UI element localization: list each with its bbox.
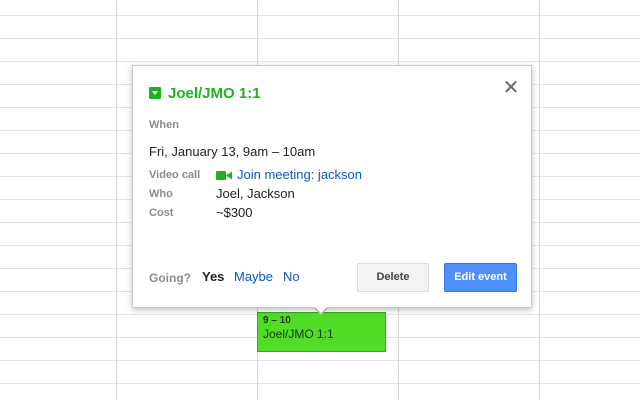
rsvp-yes[interactable]: Yes — [202, 269, 224, 284]
video-camera-icon — [216, 171, 232, 180]
popup-title: Joel/JMO 1:1 — [168, 85, 261, 102]
going-label: Going? — [149, 271, 191, 285]
who-value: Joel, Jackson — [216, 186, 295, 201]
calendar-dropdown-icon[interactable] — [149, 87, 161, 99]
event-title: Joel/JMO 1:1 — [263, 327, 334, 341]
popup-arrow-inner — [313, 305, 329, 313]
edit-event-button[interactable]: Edit event — [444, 263, 517, 292]
calendar-event-block[interactable]: 9 – 10 Joel/JMO 1:1 — [257, 312, 386, 352]
who-label: Who — [149, 188, 173, 200]
cost-value: ~$300 — [216, 205, 253, 220]
close-icon[interactable]: ✕ — [501, 78, 521, 98]
when-label: When — [149, 119, 179, 131]
rsvp-no[interactable]: No — [283, 269, 300, 284]
cost-label: Cost — [149, 207, 174, 219]
when-value: Fri, January 13, 9am – 10am — [149, 144, 316, 159]
event-time: 9 – 10 — [263, 315, 291, 326]
event-details-popup: Joel/JMO 1:1 ✕ When Fri, January 13, 9am… — [132, 65, 532, 308]
join-meeting-link[interactable]: Join meeting: jackson — [237, 167, 362, 182]
video-call-label: Video call — [149, 169, 201, 181]
delete-button[interactable]: Delete — [357, 263, 429, 292]
rsvp-maybe[interactable]: Maybe — [234, 269, 273, 284]
